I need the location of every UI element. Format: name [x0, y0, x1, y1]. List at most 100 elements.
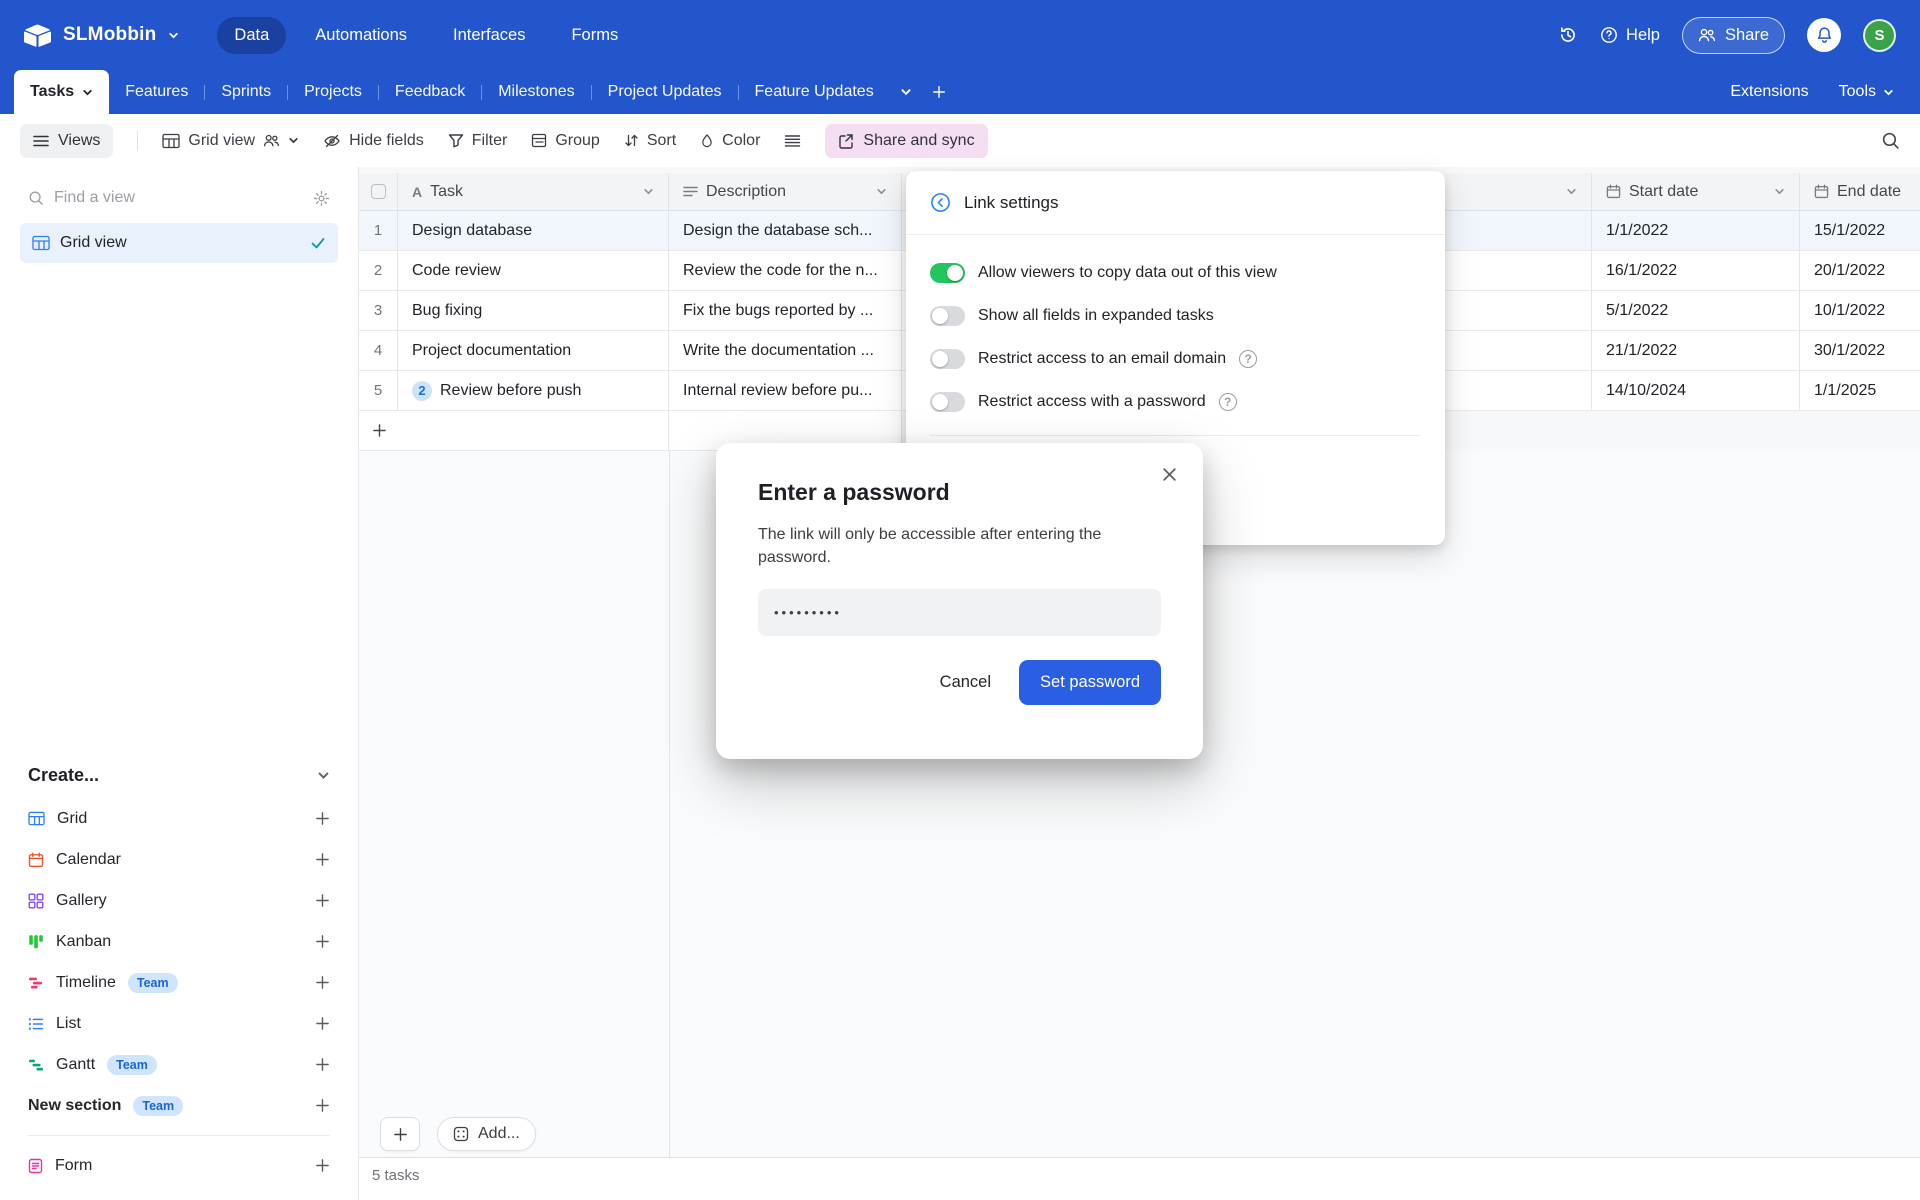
plus-icon[interactable]	[315, 852, 330, 867]
end-date-cell[interactable]: 30/1/2022	[1800, 331, 1920, 370]
start-date-cell[interactable]: 5/1/2022	[1592, 291, 1800, 330]
back-icon[interactable]	[930, 192, 951, 213]
filter-button[interactable]: Filter	[448, 132, 508, 150]
user-avatar[interactable]: S	[1863, 19, 1896, 52]
start-date-cell[interactable]: 21/1/2022	[1592, 331, 1800, 370]
end-date-cell[interactable]: 20/1/2022	[1800, 251, 1920, 290]
create-item-form[interactable]: Form	[20, 1145, 338, 1186]
description-cell[interactable]: Review the code for the n...	[669, 251, 902, 290]
share-button[interactable]: Share	[1682, 17, 1785, 54]
plus-icon[interactable]	[315, 934, 330, 949]
color-button[interactable]: Color	[700, 132, 760, 150]
nav-automations[interactable]: Automations	[298, 17, 424, 54]
more-tables-chevron[interactable]	[890, 70, 922, 114]
plus-icon[interactable]	[315, 1057, 330, 1072]
help-icon[interactable]: ?	[1239, 350, 1257, 368]
add-more-button[interactable]: Add...	[437, 1117, 536, 1151]
base-switcher[interactable]: SLMobbin	[24, 24, 179, 47]
create-header[interactable]: Create...	[20, 755, 338, 798]
select-all-cell[interactable]	[359, 173, 398, 210]
row-height-button[interactable]	[784, 134, 801, 148]
plus-icon[interactable]	[315, 1158, 330, 1173]
column-header-end-date[interactable]: End date	[1800, 173, 1920, 210]
find-view-input[interactable]	[54, 189, 303, 207]
tab-features[interactable]: Features	[109, 70, 204, 114]
description-cell[interactable]: Fix the bugs reported by ...	[669, 291, 902, 330]
add-table-button[interactable]	[922, 70, 956, 114]
hide-fields-button[interactable]: Hide fields	[323, 132, 424, 150]
tab-feature-updates[interactable]: Feature Updates	[739, 70, 890, 114]
end-date-cell[interactable]: 1/1/2025	[1800, 371, 1920, 410]
nav-data[interactable]: Data	[217, 17, 286, 54]
task-cell[interactable]: 2 Review before push	[398, 371, 669, 410]
plus-icon[interactable]	[315, 1098, 330, 1113]
tab-feedback[interactable]: Feedback	[379, 70, 481, 114]
search-button[interactable]	[1881, 131, 1900, 150]
toggle-restrict-password[interactable]	[930, 392, 965, 412]
start-date-cell[interactable]: 1/1/2022	[1592, 211, 1800, 250]
create-item-kanban[interactable]: Kanban	[20, 921, 338, 962]
notifications-button[interactable]	[1807, 18, 1841, 52]
task-cell[interactable]: Design database	[398, 211, 669, 250]
comment-count-badge[interactable]: 2	[412, 381, 432, 401]
extensions-button[interactable]: Extensions	[1730, 83, 1808, 101]
create-item-timeline[interactable]: Timeline Team	[20, 962, 338, 1003]
tab-sprints[interactable]: Sprints	[205, 70, 287, 114]
gear-icon[interactable]	[313, 190, 330, 207]
add-record-button[interactable]	[380, 1117, 420, 1151]
tools-button[interactable]: Tools	[1839, 83, 1894, 101]
create-item-gallery[interactable]: Gallery	[20, 880, 338, 921]
column-header-start-date[interactable]: Start date	[1592, 173, 1800, 210]
cancel-button[interactable]: Cancel	[940, 673, 991, 692]
create-item-gantt[interactable]: Gantt Team	[20, 1044, 338, 1085]
start-date-cell[interactable]: 14/10/2024	[1592, 371, 1800, 410]
views-button[interactable]: Views	[20, 124, 113, 158]
chevron-down-icon[interactable]	[1774, 186, 1785, 197]
plus-icon[interactable]	[315, 975, 330, 990]
column-header-task[interactable]: A Task	[398, 173, 669, 210]
sidebar-item-grid-view[interactable]: Grid view	[20, 223, 338, 263]
chevron-down-icon[interactable]	[643, 186, 654, 197]
help-icon[interactable]: ?	[1219, 393, 1237, 411]
chevron-down-icon[interactable]	[876, 186, 887, 197]
chevron-down-icon[interactable]	[1566, 186, 1577, 197]
task-cell[interactable]: Code review	[398, 251, 669, 290]
plus-icon[interactable]	[315, 1016, 330, 1031]
help-button[interactable]: Help	[1600, 26, 1660, 45]
description-cell[interactable]: Internal review before pu...	[669, 371, 902, 410]
create-item-new-section[interactable]: New section Team	[20, 1085, 338, 1126]
password-input[interactable]	[758, 589, 1161, 636]
tab-milestones[interactable]: Milestones	[482, 70, 590, 114]
description-cell[interactable]: Design the database sch...	[669, 211, 902, 250]
description-cell[interactable]: Write the documentation ...	[669, 331, 902, 370]
set-password-button[interactable]: Set password	[1019, 660, 1161, 705]
share-and-sync-button[interactable]: Share and sync	[825, 124, 987, 158]
toggle-restrict-email-domain[interactable]	[930, 349, 965, 369]
toggle-show-all-fields[interactable]	[930, 306, 965, 326]
toggle-allow-copy[interactable]	[930, 263, 965, 283]
end-date-cell[interactable]: 15/1/2022	[1800, 211, 1920, 250]
history-icon[interactable]	[1558, 25, 1578, 45]
tab-tasks[interactable]: Tasks	[14, 70, 109, 114]
column-header-description[interactable]: Description	[669, 173, 902, 210]
start-date-cell[interactable]: 16/1/2022	[1592, 251, 1800, 290]
task-cell[interactable]: Project documentation	[398, 331, 669, 370]
plus-icon[interactable]	[315, 811, 330, 826]
task-cell[interactable]: Bug fixing	[398, 291, 669, 330]
grid-view-selector[interactable]: Grid view	[162, 132, 299, 150]
tab-project-updates[interactable]: Project Updates	[592, 70, 738, 114]
close-icon[interactable]	[1162, 467, 1177, 482]
group-button[interactable]: Group	[531, 132, 599, 150]
create-item-grid[interactable]: Grid	[20, 798, 338, 839]
sort-button[interactable]: Sort	[624, 132, 676, 150]
tab-projects[interactable]: Projects	[288, 70, 378, 114]
end-date-cell[interactable]: 10/1/2022	[1800, 291, 1920, 330]
popover-divider	[930, 435, 1421, 436]
nav-forms[interactable]: Forms	[554, 17, 635, 54]
nav-interfaces[interactable]: Interfaces	[436, 17, 542, 54]
tab-label: Milestones	[498, 83, 574, 101]
create-item-list[interactable]: List	[20, 1003, 338, 1044]
calendar-icon	[1606, 184, 1621, 199]
plus-icon[interactable]	[315, 893, 330, 908]
create-item-calendar[interactable]: Calendar	[20, 839, 338, 880]
